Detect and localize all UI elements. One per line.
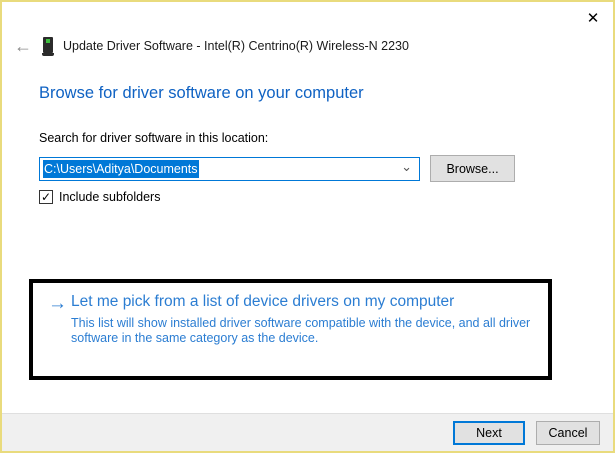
include-subfolders-label[interactable]: Include subfolders <box>59 190 160 204</box>
device-base-shape <box>42 53 54 56</box>
device-led-shape <box>46 39 50 43</box>
driver-path-selected-text[interactable]: C:\Users\Aditya\Documents <box>43 160 199 178</box>
window-title: Update Driver Software - Intel(R) Centri… <box>63 39 409 53</box>
update-driver-wizard-window: ✕ ← Update Driver Software - Intel(R) Ce… <box>0 0 615 453</box>
back-arrow-icon[interactable]: ← <box>12 36 34 56</box>
annotation-highlight-box: → Let me pick from a list of device driv… <box>29 279 552 380</box>
browse-button[interactable]: Browse... <box>430 155 515 182</box>
command-link-arrow-icon: → <box>48 294 67 313</box>
command-link-description: This list will show installed driver sof… <box>71 316 533 346</box>
include-subfolders-row: ✓ Include subfolders <box>39 190 160 204</box>
chevron-down-icon[interactable]: ⌄ <box>401 159 412 175</box>
driver-path-combobox[interactable]: C:\Users\Aditya\Documents ⌄ <box>39 157 420 181</box>
driver-device-icon <box>42 37 54 56</box>
close-icon[interactable]: ✕ <box>582 7 604 29</box>
include-subfolders-checkbox[interactable]: ✓ <box>39 190 53 204</box>
footer-bar: Next Cancel <box>2 413 613 451</box>
page-heading: Browse for driver software on your compu… <box>39 84 364 103</box>
checkmark-icon: ✓ <box>41 191 51 203</box>
cancel-button[interactable]: Cancel <box>536 421 600 445</box>
next-button[interactable]: Next <box>453 421 525 445</box>
search-location-label: Search for driver software in this locat… <box>39 131 268 145</box>
let-me-pick-command-link[interactable]: Let me pick from a list of device driver… <box>71 293 454 311</box>
